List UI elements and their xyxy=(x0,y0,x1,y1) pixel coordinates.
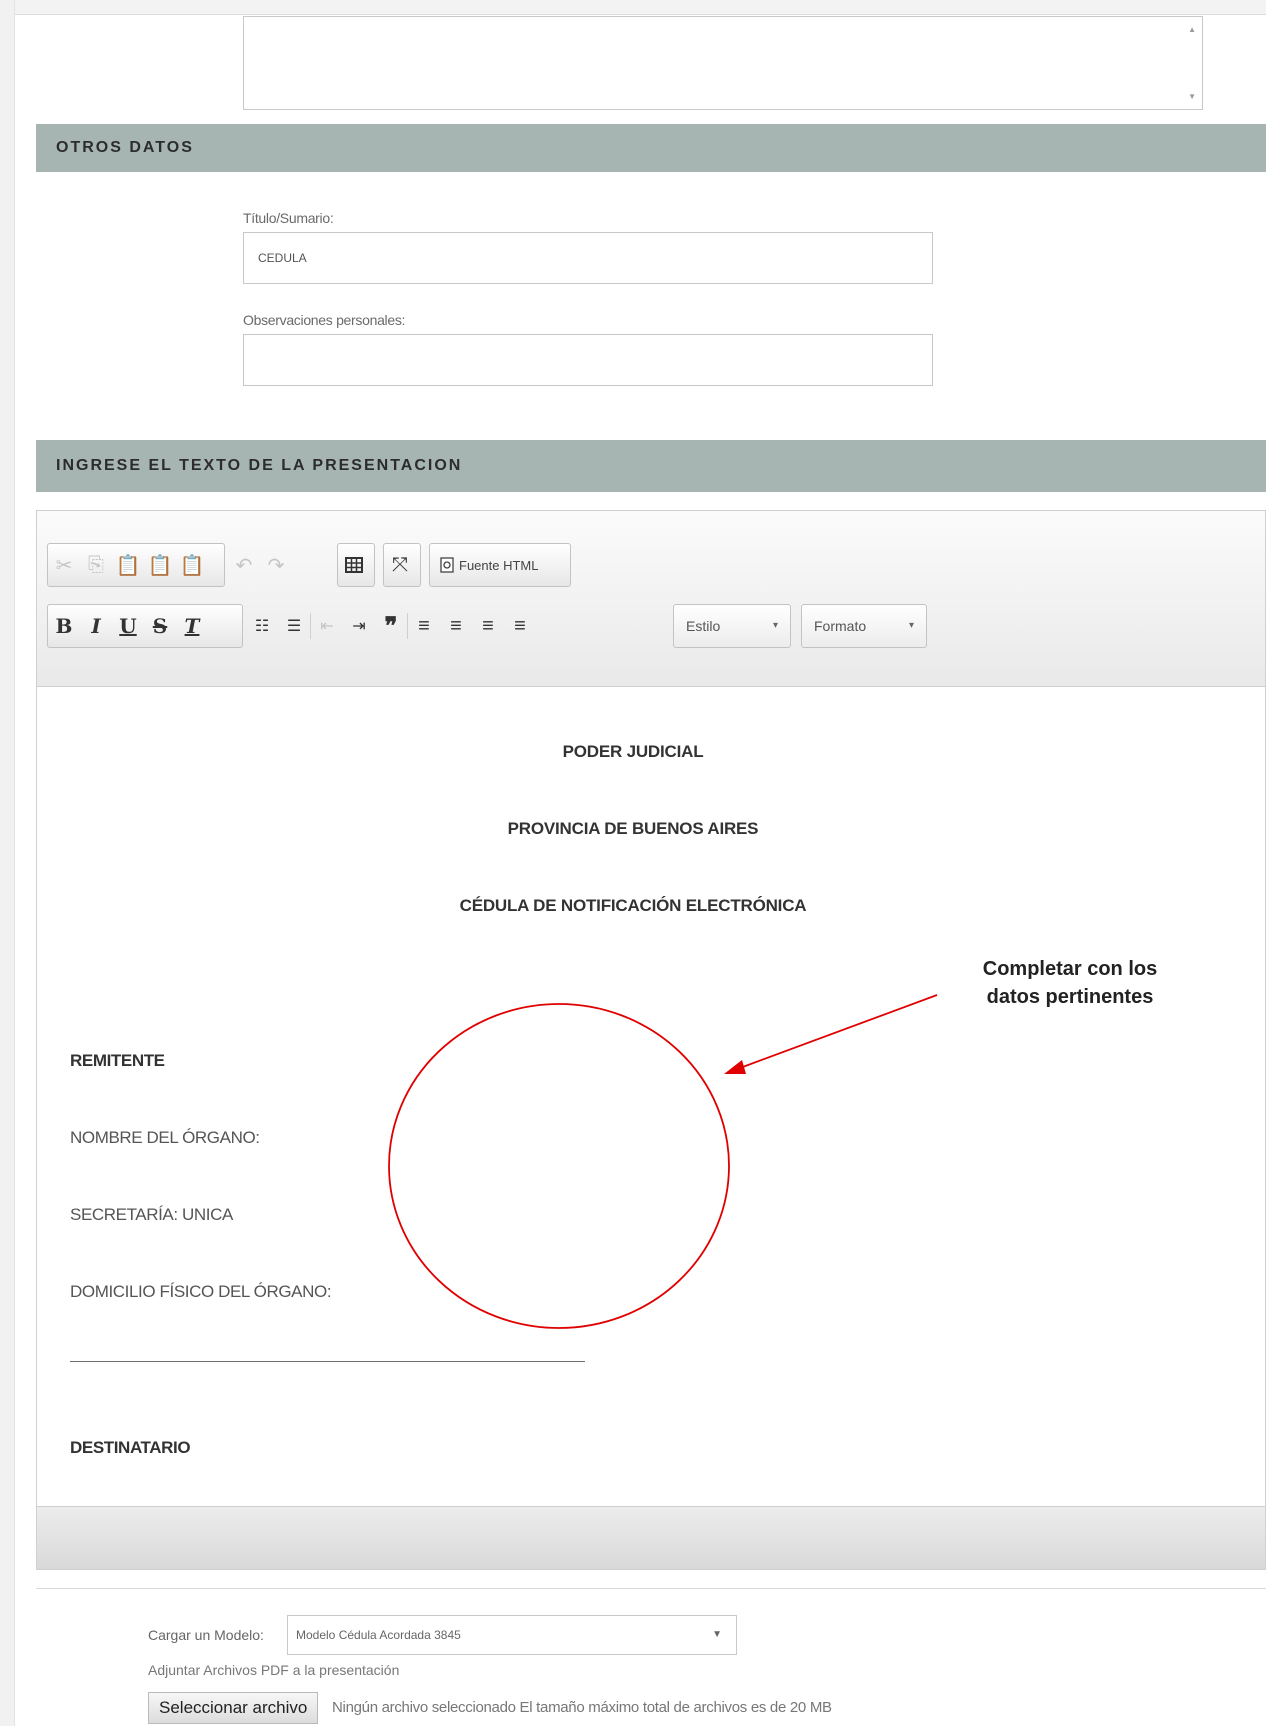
format-combo[interactable]: Formato ▾ xyxy=(801,604,927,648)
strike-icon[interactable]: S xyxy=(144,605,176,647)
section-title: OTROS DATOS xyxy=(56,139,194,156)
paste-text-icon[interactable]: 📋 xyxy=(144,544,176,586)
bulleted-list-icon[interactable]: ☰ xyxy=(278,605,310,647)
underline-icon[interactable]: U xyxy=(112,605,144,647)
source-button[interactable]: Fuente HTML xyxy=(430,544,548,586)
doc-line-cedula: CÉDULA DE NOTIFICACIÓN ELECTRÓNICA xyxy=(459,896,807,915)
doc-nombre-organo: NOMBRE DEL ÓRGANO: xyxy=(70,1128,260,1147)
indent-icon[interactable]: ⇥ xyxy=(343,605,375,647)
table-icon[interactable] xyxy=(338,544,370,586)
observaciones-input[interactable] xyxy=(243,334,933,386)
table-group xyxy=(337,543,375,587)
scroll-up-icon[interactable]: ▲ xyxy=(1188,25,1196,34)
previous-textarea[interactable]: ▲ ▼ xyxy=(243,16,1203,110)
undo-icon[interactable]: ↶ xyxy=(228,544,260,586)
numbered-list-icon[interactable]: ☷ xyxy=(246,605,278,647)
section-header-texto-presentacion: INGRESE EL TEXTO DE LA PRESENTACION xyxy=(36,440,1266,492)
section-title: INGRESE EL TEXTO DE LA PRESENTACION xyxy=(56,457,463,474)
maximize-group: ⤧ xyxy=(383,543,421,587)
model-label: Cargar un Modelo: xyxy=(148,1627,264,1643)
align-left-icon[interactable]: ≡ xyxy=(408,605,440,647)
titulo-label: Título/Sumario: xyxy=(243,210,334,226)
cut-icon[interactable]: ✂ xyxy=(48,544,80,586)
doc-remitente: REMITENTE xyxy=(70,1051,165,1070)
section-header-otros-datos: OTROS DATOS xyxy=(36,124,1266,172)
align-center-icon[interactable]: ≡ xyxy=(440,605,472,647)
paste-word-icon[interactable]: 📋 xyxy=(176,544,208,586)
chevron-down-icon: ▾ xyxy=(908,620,914,631)
titulo-input[interactable]: CEDULA xyxy=(243,232,933,284)
top-rule xyxy=(0,0,1266,15)
redo-icon[interactable]: ↷ xyxy=(260,544,292,586)
doc-line-poder-judicial: PODER JUDICIAL xyxy=(562,742,704,761)
paste-icon[interactable]: 📋 xyxy=(112,544,144,586)
clipboard-group: ✂ ⎘ 📋 📋 📋 xyxy=(47,543,225,587)
doc-destinatario: DESTINATARIO xyxy=(70,1438,191,1457)
annotation-callout: Completar con los datos pertinentes xyxy=(920,955,1220,1011)
maximize-icon[interactable]: ⤧ xyxy=(384,544,416,586)
file-status: Ningún archivo seleccionado El tamaño má… xyxy=(332,1699,832,1716)
source-label: Fuente HTML xyxy=(459,557,539,573)
doc-line-provincia: PROVINCIA DE BUENOS AIRES xyxy=(507,819,759,838)
source-group: Fuente HTML xyxy=(429,543,571,587)
style-combo[interactable]: Estilo ▾ xyxy=(673,604,791,648)
rich-text-editor[interactable]: ✂ ⎘ 📋 📋 📋 ↶ ↷ ⤧ Fuente HTML B I U S T ☷ … xyxy=(36,510,1266,1570)
history-group: ↶ ↷ xyxy=(227,543,303,587)
chevron-down-icon: ▼ xyxy=(712,1629,722,1640)
attach-label: Adjuntar Archivos PDF a la presentación xyxy=(148,1662,400,1678)
paragraph-group: ☷ ☰ ⇤ ⇥ ❞ ≡ ≡ ≡ ≡ xyxy=(245,604,665,648)
select-file-button[interactable]: Seleccionar archivo xyxy=(148,1692,319,1724)
justify-icon[interactable]: ≡ xyxy=(504,605,536,647)
chevron-down-icon: ▾ xyxy=(772,620,778,631)
remove-format-icon[interactable]: T xyxy=(176,605,208,647)
source-icon xyxy=(440,557,454,573)
annotation-line: datos pertinentes xyxy=(986,986,1154,1008)
observaciones-label: Observaciones personales: xyxy=(243,312,406,328)
italic-icon[interactable]: I xyxy=(80,605,112,647)
bold-icon[interactable]: B xyxy=(48,605,80,647)
annotation-line: Completar con los xyxy=(982,958,1158,980)
outdent-icon[interactable]: ⇤ xyxy=(311,605,343,647)
left-rule xyxy=(0,0,15,1726)
editor-footer xyxy=(37,1506,1265,1569)
model-select[interactable]: Modelo Cédula Acordada 3845 ▼ xyxy=(287,1615,737,1655)
copy-icon[interactable]: ⎘ xyxy=(80,544,112,586)
format-combo-label: Formato xyxy=(814,618,867,634)
blockquote-icon[interactable]: ❞ xyxy=(375,605,407,647)
basic-styles-group: B I U S T xyxy=(47,604,243,648)
doc-domicilio: DOMICILIO FÍSICO DEL ÓRGANO: xyxy=(70,1282,332,1301)
doc-secretaria: SECRETARÍA: UNICA xyxy=(70,1205,233,1224)
scroll-down-icon[interactable]: ▼ xyxy=(1188,92,1196,101)
align-right-icon[interactable]: ≡ xyxy=(472,605,504,647)
style-combo-label: Estilo xyxy=(686,618,721,634)
doc-separator-rule xyxy=(70,1361,585,1362)
editor-toolbar: ✂ ⎘ 📋 📋 📋 ↶ ↷ ⤧ Fuente HTML B I U S T ☷ … xyxy=(37,511,1265,687)
model-select-value: Modelo Cédula Acordada 3845 xyxy=(296,1628,461,1642)
